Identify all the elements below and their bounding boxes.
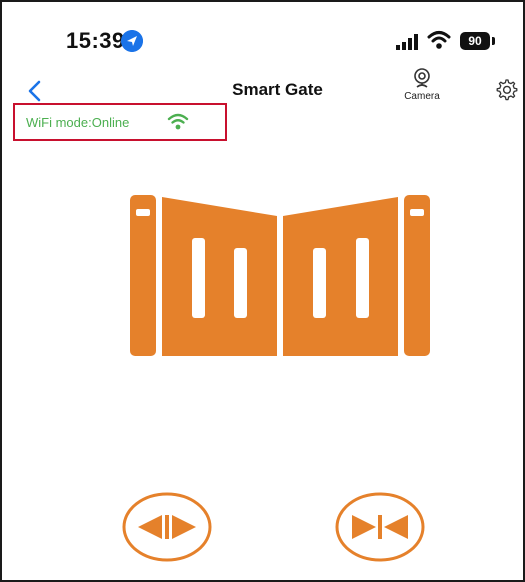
cellular-signal-icon (396, 34, 418, 50)
double-swing-gate-icon (130, 195, 430, 356)
wifi-mode-text: WiFi mode:Online (26, 115, 130, 130)
battery-level: 90 (460, 32, 490, 50)
screen-frame: 15:39 90 Smart Gate Camera WiFi mode:Onl… (0, 0, 525, 582)
camera-label: Camera (404, 91, 440, 102)
close-gate-button[interactable] (334, 490, 426, 562)
wifi-mode-status: WiFi mode:Online (13, 103, 227, 141)
gear-icon[interactable] (494, 78, 518, 102)
wifi-status-icon (427, 31, 451, 49)
location-arrow-icon (121, 30, 143, 52)
status-time: 15:39 (66, 28, 125, 53)
camera-button[interactable]: Camera (390, 66, 454, 110)
battery-tip (492, 37, 495, 45)
open-gate-button[interactable] (121, 490, 213, 562)
camera-icon (414, 68, 430, 88)
wifi-icon (167, 113, 189, 130)
